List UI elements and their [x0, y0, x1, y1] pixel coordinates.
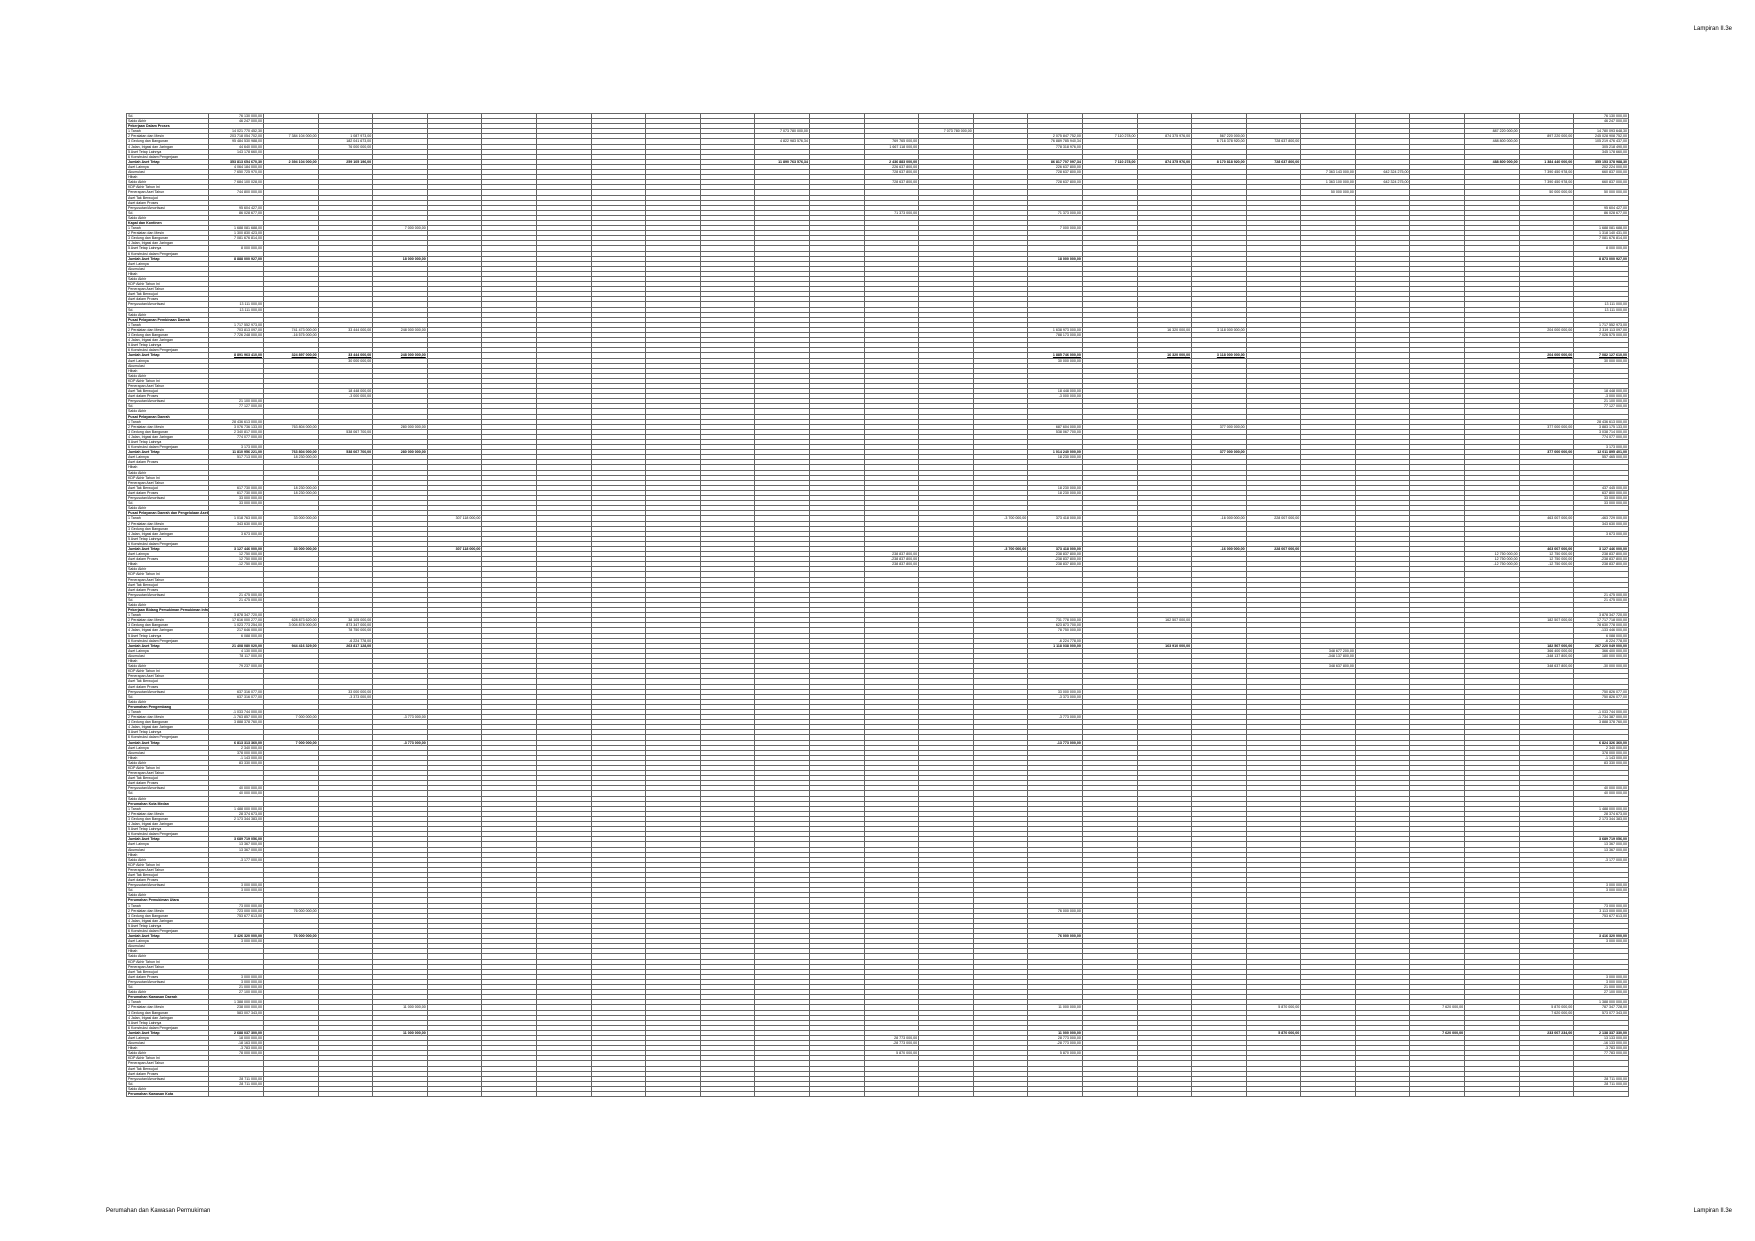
page-header-label: Lampiran II.3e — [1693, 26, 1732, 32]
table-body: Sd. 76 130 000,00 76 130 000,00 Saldo Akhir… — [125, 112, 1629, 1098]
row-label-cell: Pusat Pelayanan Daerah dan Pengelolaan A… — [125, 510, 210, 517]
asset-movement-table: Sd. 76 130 000,00 76 130 000,00 Saldo Akhir… — [125, 112, 1629, 1098]
row-label-cell: Pekerjaan Bidang Pemukiman Pemukiman Inf… — [125, 607, 210, 614]
